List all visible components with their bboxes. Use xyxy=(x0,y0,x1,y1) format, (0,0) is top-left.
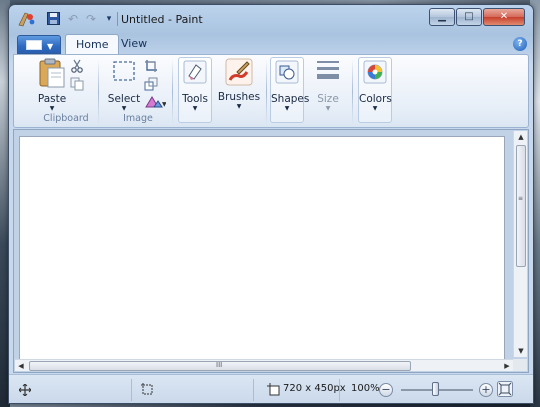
paste-dropdown-icon: ▼ xyxy=(49,105,55,112)
shapes-icon xyxy=(275,60,299,84)
tools-label: Tools xyxy=(182,93,208,105)
tools-icon xyxy=(183,60,207,84)
paint-app-icon[interactable] xyxy=(17,11,35,27)
shapes-button[interactable]: Shapes ▼ xyxy=(270,57,310,123)
tools-button[interactable]: Tools ▼ xyxy=(178,57,212,123)
group-separator xyxy=(352,59,353,125)
size-label: Size xyxy=(317,93,339,105)
scroll-grip-icon: ≡ xyxy=(518,195,524,202)
horizontal-scroll-thumb[interactable]: III xyxy=(29,361,411,371)
save-icon[interactable] xyxy=(45,12,61,26)
canvas-area: ▲ ≡ ▼ ◀ III ▶ xyxy=(13,129,529,373)
redo-icon[interactable]: ↷ xyxy=(83,12,99,26)
scroll-left-icon[interactable]: ◀ xyxy=(15,360,27,372)
select-label: Select xyxy=(107,93,141,105)
status-bar: 720 x 450px 100% − + xyxy=(9,374,533,403)
zoom-slider-thumb[interactable] xyxy=(432,382,439,396)
scroll-down-icon[interactable]: ▼ xyxy=(514,345,528,357)
scroll-up-icon[interactable]: ▲ xyxy=(514,131,528,143)
title-separator xyxy=(117,12,118,26)
drawing-canvas[interactable] xyxy=(19,136,505,360)
color-palette-icon xyxy=(363,60,387,84)
paste-button[interactable]: Paste ▼ xyxy=(34,58,70,113)
zoom-in-icon[interactable]: + xyxy=(479,383,493,397)
vertical-scrollbar[interactable]: ▲ ≡ ▼ xyxy=(513,131,527,357)
ribbon-tab-row: ▼ Home View ? xyxy=(9,33,533,55)
zoom-out-icon[interactable]: − xyxy=(379,383,393,397)
select-button[interactable]: Select ▼ xyxy=(104,58,144,113)
select-icon xyxy=(113,61,135,81)
copy-icon[interactable] xyxy=(70,77,84,91)
brush-icon xyxy=(225,58,253,86)
help-icon[interactable]: ? xyxy=(513,37,527,51)
customize-quick-access-icon[interactable]: ▾ xyxy=(101,12,117,26)
paint-menu-button[interactable]: ▼ xyxy=(17,35,61,54)
status-separator xyxy=(339,379,340,401)
tab-view[interactable]: View xyxy=(111,34,157,55)
window-title: Untitled - Paint xyxy=(121,13,203,26)
colors-dropdown-icon: ▼ xyxy=(372,105,378,112)
ribbon-home: Paste ▼ Clipboard Select ▼ Image Tools ▼… xyxy=(13,54,529,128)
close-button[interactable]: ✕ xyxy=(483,8,525,26)
resize-icon[interactable] xyxy=(144,77,158,91)
shapes-label: Shapes xyxy=(271,93,310,105)
minimize-button[interactable]: ▁ xyxy=(429,8,455,26)
brushes-label: Brushes xyxy=(217,91,261,103)
paste-label: Paste xyxy=(37,93,67,105)
image-size-icon xyxy=(267,383,280,396)
zoom-level-text: 100% xyxy=(351,383,380,394)
svg-text:▼: ▼ xyxy=(162,101,166,108)
maximize-button[interactable]: □ xyxy=(456,8,482,26)
window-controls: ▁ □ ✕ xyxy=(428,8,525,26)
paint-window: ↶ ↷ ▾ Untitled - Paint ▁ □ ✕ ▼ Home View… xyxy=(8,4,534,404)
rotate-icon[interactable]: ▼ xyxy=(144,95,166,109)
brushes-button[interactable]: Brushes ▼ xyxy=(216,58,262,111)
undo-icon[interactable]: ↶ xyxy=(65,12,81,26)
menu-icon xyxy=(26,40,42,50)
colors-button[interactable]: Colors ▼ xyxy=(358,57,392,123)
cut-icon[interactable] xyxy=(70,59,84,73)
crop-icon[interactable] xyxy=(144,59,158,73)
selection-size-icon xyxy=(141,383,153,395)
image-group-label: Image xyxy=(123,113,153,124)
scrollbar-corner xyxy=(513,359,527,371)
horizontal-scrollbar[interactable]: ◀ III ▶ xyxy=(15,359,513,371)
shapes-dropdown-icon: ▼ xyxy=(284,105,290,112)
tools-dropdown-icon: ▼ xyxy=(192,105,198,112)
size-button[interactable]: Size ▼ xyxy=(310,58,346,113)
select-dropdown-icon: ▼ xyxy=(121,105,127,112)
scroll-grip-icon: III xyxy=(216,361,223,369)
status-separator xyxy=(131,379,132,401)
group-separator xyxy=(98,59,99,125)
clipboard-group-label: Clipboard xyxy=(43,113,89,124)
fit-to-window-icon[interactable] xyxy=(497,381,513,397)
chevron-down-icon: ▼ xyxy=(47,42,54,51)
scroll-right-icon[interactable]: ▶ xyxy=(501,360,513,372)
brushes-dropdown-icon: ▼ xyxy=(236,103,242,110)
line-width-icon xyxy=(317,61,339,79)
clipboard-icon xyxy=(39,58,65,88)
group-separator xyxy=(172,59,173,125)
vertical-scroll-thumb[interactable]: ≡ xyxy=(516,145,526,267)
group-separator xyxy=(266,59,267,125)
title-bar[interactable]: ↶ ↷ ▾ Untitled - Paint ▁ □ ✕ xyxy=(9,5,533,33)
size-dropdown-icon: ▼ xyxy=(325,105,331,112)
status-separator xyxy=(253,379,254,401)
image-size-text: 720 x 450px xyxy=(283,383,346,394)
colors-label: Colors xyxy=(359,93,392,105)
cursor-position-icon xyxy=(19,384,31,396)
